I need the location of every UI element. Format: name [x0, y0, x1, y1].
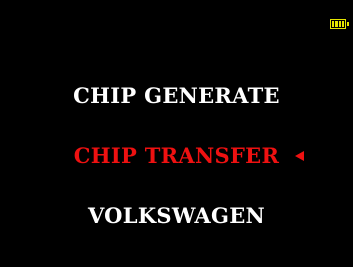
- device-screen: CHIP GENERATE CHIP TRANSFER VOLKSWAGEN: [0, 0, 353, 267]
- menu-item-chip-generate[interactable]: CHIP GENERATE: [0, 85, 353, 106]
- battery-cell: [335, 21, 338, 27]
- menu-item-volkswagen[interactable]: VOLKSWAGEN: [0, 205, 353, 226]
- battery-icon: [330, 19, 349, 29]
- selection-cursor-icon: [295, 151, 304, 161]
- battery-cell: [338, 21, 341, 27]
- battery-cell: [332, 21, 335, 27]
- battery-cell: [341, 21, 344, 27]
